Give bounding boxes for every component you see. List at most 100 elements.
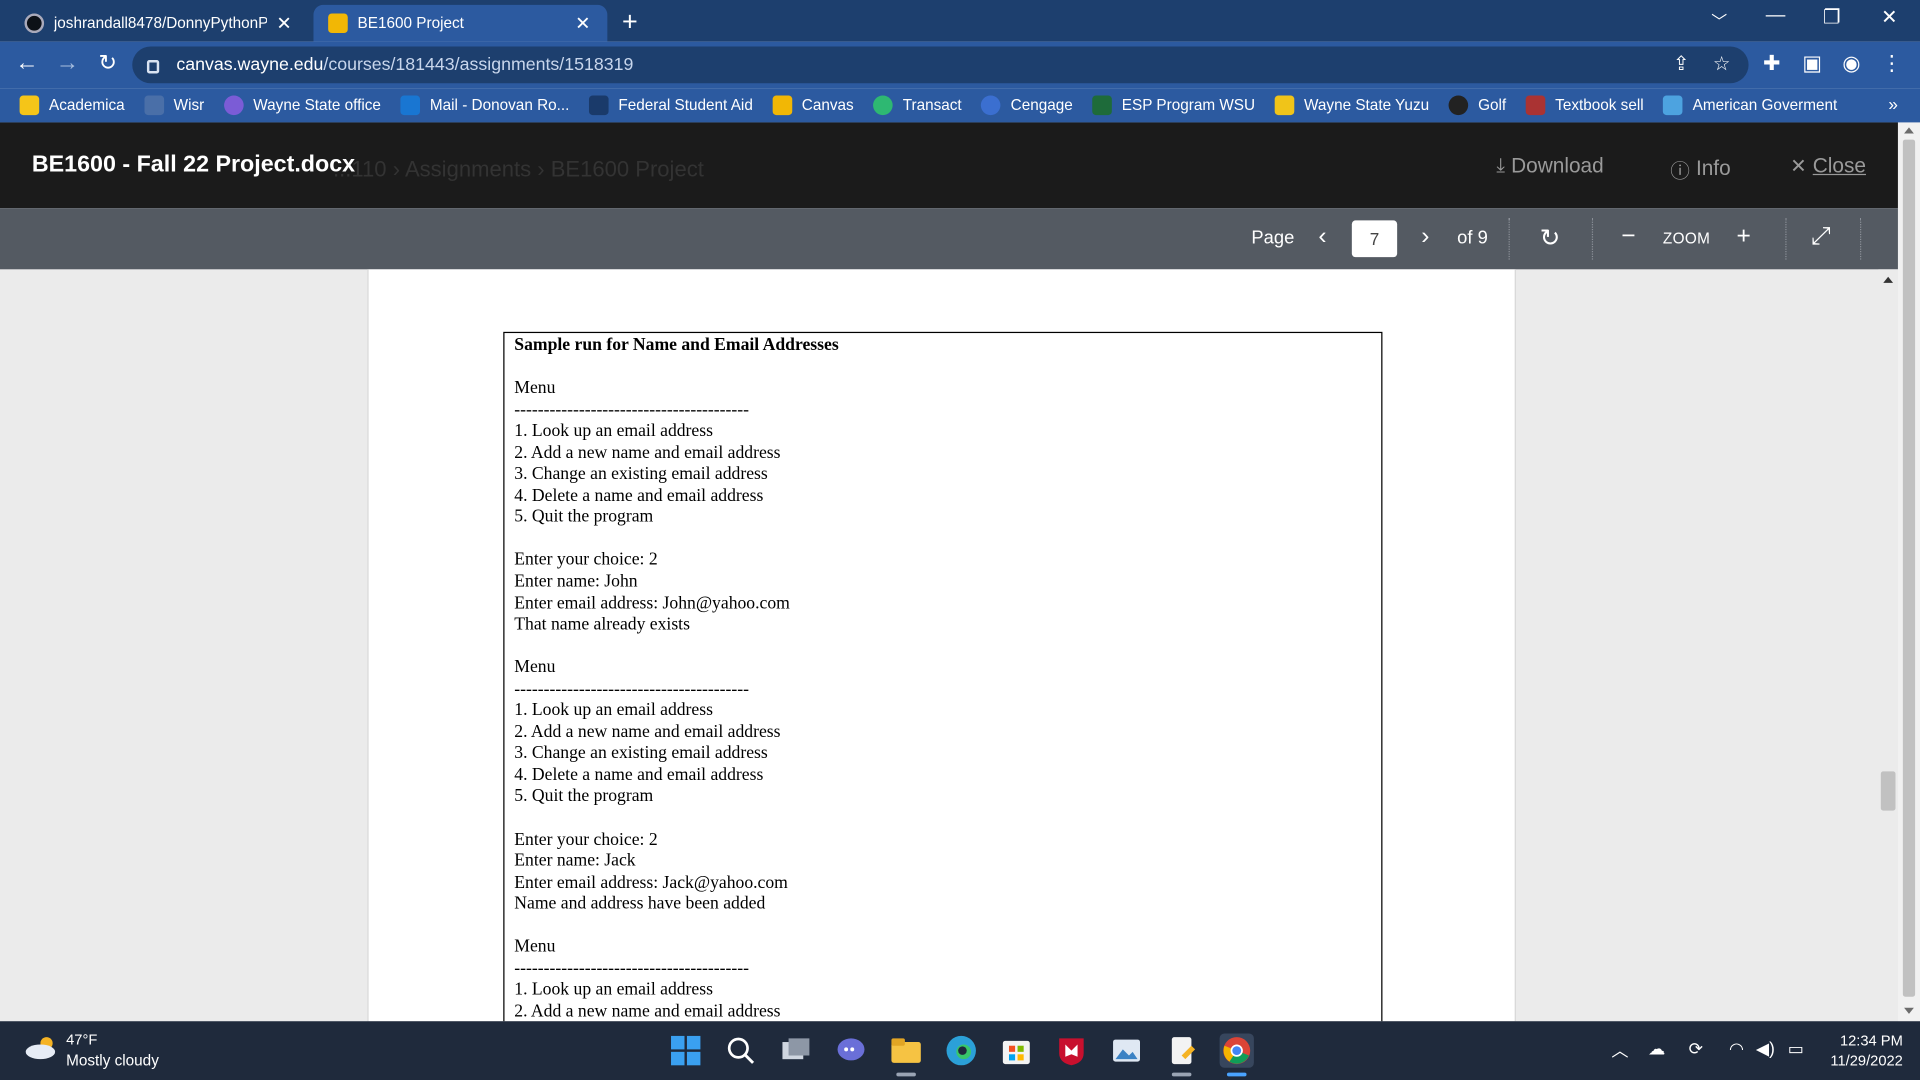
- document-line: 4. Delete a name and email address: [514, 765, 764, 785]
- toolbar-divider: [1591, 217, 1594, 260]
- fsa-icon: [588, 95, 609, 116]
- bookmark-american-goverment[interactable]: American Goverment: [1663, 95, 1837, 116]
- info-button[interactable]: ⓘ Info: [1670, 154, 1730, 183]
- toolbar-divider: [1508, 217, 1510, 260]
- bookmark-textbook-sell[interactable]: Textbook sell: [1525, 95, 1644, 116]
- bookmark-label: Academica: [48, 96, 125, 114]
- bookmark-esp-program[interactable]: ESP Program WSU: [1092, 95, 1255, 116]
- file-explorer-icon[interactable]: [889, 1033, 923, 1067]
- browser-tab-strip: joshrandall8478/DonnyPythonPr ✕ BE1600 P…: [0, 0, 1920, 42]
- bookmark-wisr[interactable]: Wisr: [144, 95, 204, 116]
- chrome-icon[interactable]: [1219, 1033, 1254, 1068]
- url-path: /courses/181443/assignments/1518319: [323, 55, 634, 75]
- volume-icon[interactable]: ◀): [1756, 1038, 1775, 1059]
- document-line: 2. Add a new name and email address: [514, 442, 781, 463]
- close-label: Close: [1812, 154, 1866, 178]
- onedrive-cloud-icon[interactable]: ☁: [1648, 1038, 1665, 1059]
- zoom-in-button[interactable]: +: [1729, 223, 1758, 251]
- transact-icon: [873, 95, 893, 116]
- previous-page-button[interactable]: ‹: [1308, 223, 1337, 251]
- bookmark-federal-student-aid[interactable]: Federal Student Aid: [588, 95, 753, 116]
- scroll-up-icon[interactable]: [1904, 127, 1914, 134]
- wifi-icon[interactable]: ◠: [1729, 1038, 1744, 1059]
- page-number-input[interactable]: 7: [1351, 220, 1398, 258]
- canvas-icon: [772, 95, 793, 116]
- task-view-icon[interactable]: [779, 1033, 813, 1067]
- lock-icon: [146, 59, 160, 73]
- start-windows-icon[interactable]: [669, 1033, 703, 1067]
- restore-button[interactable]: ❐: [1804, 5, 1860, 29]
- mcafee-icon[interactable]: [1054, 1033, 1088, 1067]
- info-label: Info: [1695, 156, 1731, 181]
- close-tab-icon[interactable]: ✕: [274, 12, 294, 34]
- chrome-menu-icon[interactable]: ⋮: [1878, 51, 1905, 75]
- active-app-indicator: [1226, 1072, 1247, 1077]
- close-window-button[interactable]: ✕: [1861, 5, 1917, 29]
- bookmark-transact[interactable]: Transact: [873, 95, 962, 116]
- scroll-down-icon[interactable]: [1904, 1007, 1914, 1014]
- teams-chat-icon[interactable]: [834, 1033, 868, 1067]
- more-bookmarks-icon[interactable]: »: [1888, 94, 1898, 114]
- show-hidden-icons-chevron-icon[interactable]: ︿: [1611, 1038, 1628, 1062]
- bookmarks-bar: Academica Wisr Wayne State office Mail -…: [0, 88, 1920, 123]
- bookmark-star-icon[interactable]: ☆: [1708, 51, 1735, 75]
- microsoft-store-icon[interactable]: [999, 1033, 1033, 1067]
- scroll-up-icon[interactable]: [1883, 276, 1894, 283]
- document-line: 3. Change an existing email address: [514, 743, 768, 764]
- rotate-button[interactable]: ↻: [1536, 223, 1565, 254]
- bookmark-canvas[interactable]: Canvas: [772, 95, 854, 116]
- taskbar-clock[interactable]: 12:34 PM 11/29/2022: [1830, 1031, 1902, 1070]
- download-icon: ⤓: [1496, 155, 1505, 177]
- scroll-thumb[interactable]: [1902, 139, 1916, 997]
- reload-button[interactable]: ↻: [93, 50, 122, 76]
- side-panel-icon[interactable]: ▣: [1799, 51, 1826, 75]
- scroll-thumb[interactable]: [1880, 771, 1896, 811]
- tab-be1600-project[interactable]: BE1600 Project ✕: [313, 4, 608, 42]
- bookmark-cengage[interactable]: Cengage: [981, 95, 1073, 116]
- document-line: Enter your choice: 2: [514, 829, 658, 850]
- photos-icon[interactable]: [1109, 1033, 1143, 1067]
- minimize-button[interactable]: —: [1747, 5, 1803, 27]
- bookmark-mail[interactable]: Mail - Donovan Ro...: [400, 95, 569, 116]
- next-page-button[interactable]: ›: [1411, 223, 1440, 251]
- profile-avatar[interactable]: ◉: [1838, 51, 1865, 75]
- fullscreen-button[interactable]: ⤢: [1806, 223, 1835, 251]
- zoom-out-button[interactable]: −: [1614, 223, 1643, 251]
- page-label: Page: [1251, 227, 1295, 249]
- close-tab-icon[interactable]: ✕: [573, 12, 593, 34]
- bookmark-wayne-state-office[interactable]: Wayne State office: [223, 95, 381, 116]
- document-scrollbar[interactable]: [1878, 269, 1898, 1022]
- extensions-puzzle-icon[interactable]: ✚: [1758, 51, 1785, 75]
- screen: joshrandall8478/DonnyPythonPr ✕ BE1600 P…: [0, 0, 1920, 1080]
- canvas-w-icon: [328, 13, 348, 34]
- address-bar[interactable]: canvas.wayne.edu/courses/181443/assignme…: [132, 46, 1749, 84]
- tab-github[interactable]: joshrandall8478/DonnyPythonPr ✕: [10, 5, 309, 42]
- edge-icon[interactable]: [944, 1033, 978, 1067]
- bookmark-golf[interactable]: Golf: [1448, 95, 1506, 116]
- bookmark-label: Wayne State Yuzu: [1304, 96, 1430, 114]
- tab-search-chevron-icon[interactable]: ﹀: [1691, 9, 1747, 32]
- page-scrollbar[interactable]: [1897, 122, 1920, 1022]
- weather-description[interactable]: Mostly cloudy: [66, 1052, 159, 1069]
- wisr-icon: [144, 95, 164, 116]
- share-icon[interactable]: ⇪: [1668, 51, 1695, 75]
- notepad-icon[interactable]: [1164, 1033, 1198, 1067]
- new-tab-button[interactable]: +: [622, 6, 638, 38]
- bookmark-yuzu[interactable]: Wayne State Yuzu: [1274, 95, 1430, 116]
- document-line: 2. Add a new name and email address: [514, 722, 781, 742]
- bookmark-academica[interactable]: Academica: [19, 95, 125, 116]
- forward-button[interactable]: →: [53, 50, 82, 77]
- sync-icon[interactable]: ⟳: [1689, 1038, 1703, 1059]
- weather-temperature[interactable]: 47°F: [66, 1031, 97, 1048]
- bookmark-label: Textbook sell: [1555, 96, 1644, 114]
- browser-toolbar: ← → ↻ canvas.wayne.edu/courses/181443/as…: [0, 41, 1920, 89]
- close-viewer-button[interactable]: ✕ Close: [1790, 154, 1866, 178]
- golf-icon: [1448, 95, 1469, 116]
- search-icon[interactable]: [724, 1033, 758, 1067]
- back-button[interactable]: ←: [12, 50, 41, 77]
- battery-icon[interactable]: ▭: [1788, 1038, 1804, 1059]
- download-button[interactable]: ⤓ Download: [1496, 154, 1603, 178]
- document-line: Enter your choice: 2: [514, 550, 658, 570]
- background-breadcrumb: ...110 › Assignments › BE1600 Project: [333, 156, 704, 182]
